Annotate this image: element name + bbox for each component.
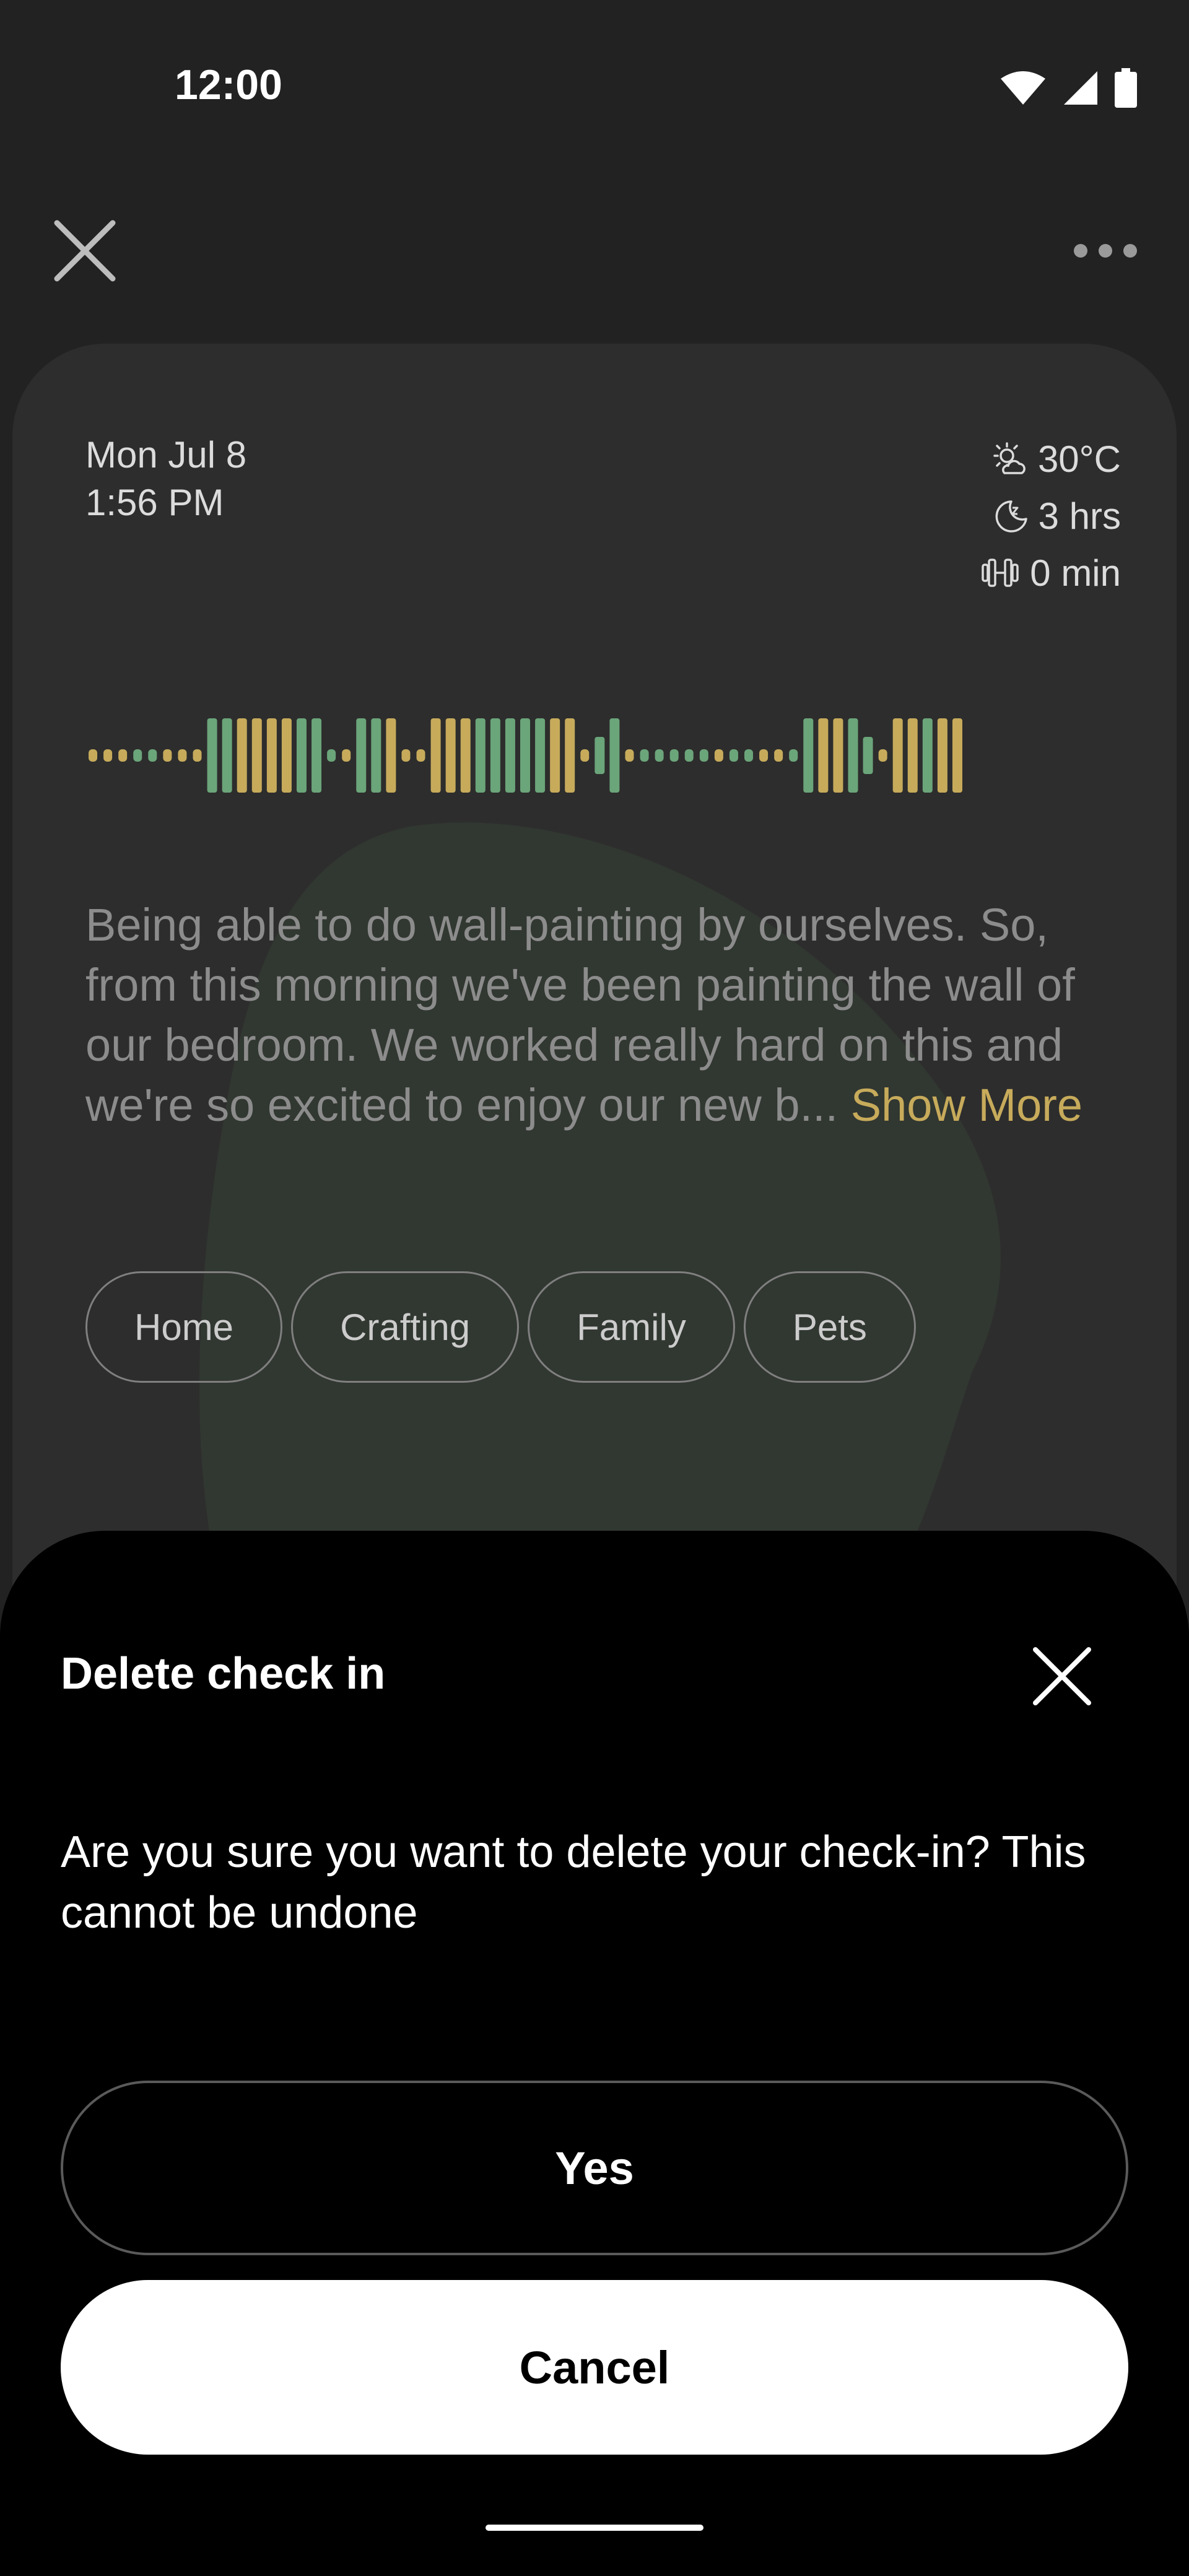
status-icons <box>1000 68 1137 108</box>
waveform-bar <box>178 749 186 762</box>
waveform-bar <box>640 749 649 762</box>
entry-text: Being able to do wall-painting by oursel… <box>85 895 1113 1135</box>
exercise-value: 0 min <box>1030 552 1121 594</box>
waveform-bar <box>133 749 142 762</box>
waveform-bar <box>118 749 127 762</box>
tag-chip[interactable]: Crafting <box>291 1271 519 1383</box>
waveform-bar <box>431 718 441 793</box>
dialog-message: Are you sure you want to delete your che… <box>61 1822 1113 1943</box>
waveform-bar <box>267 718 277 793</box>
waveform-bar <box>103 749 112 762</box>
show-more-link[interactable]: Show More <box>851 1079 1082 1131</box>
waveform-bar <box>282 718 292 793</box>
waveform-bar <box>863 737 873 774</box>
waveform-bar <box>848 718 858 793</box>
delete-dialog-sheet: Delete check in Are you sure you want to… <box>0 1531 1189 2576</box>
waveform-bar <box>565 718 575 793</box>
waveform-bar <box>818 718 828 793</box>
weather-row: 30°C <box>873 430 1121 487</box>
waveform-bar <box>193 749 202 762</box>
weather-icon <box>992 441 1028 477</box>
waveform-bar <box>833 718 843 793</box>
waveform-bar <box>297 718 307 793</box>
exercise-row: 0 min <box>873 544 1121 601</box>
waveform-bar <box>535 718 545 793</box>
waveform-bar <box>594 737 604 774</box>
sleep-row: 3 hrs <box>873 487 1121 544</box>
waveform-bar <box>580 749 589 762</box>
dialog-title: Delete check in <box>61 1648 385 1699</box>
waveform-bar <box>356 718 366 793</box>
waveform-bar <box>505 718 515 793</box>
waveform-bar <box>237 718 247 793</box>
yes-button[interactable]: Yes <box>61 2081 1128 2255</box>
waveform-bar <box>759 749 768 762</box>
signal-icon <box>1063 70 1099 106</box>
dialog-close-button[interactable] <box>1028 1642 1096 1710</box>
waveform-bar <box>715 749 723 762</box>
waveform-bar <box>609 718 619 793</box>
waveform-bar <box>163 749 172 762</box>
battery-icon <box>1115 68 1137 108</box>
waveform-bar <box>461 718 471 793</box>
wifi-icon <box>1000 70 1047 106</box>
dumbbell-icon <box>980 555 1020 591</box>
waveform-bar <box>476 718 486 793</box>
waveform-bar <box>327 749 336 762</box>
waveform-bar <box>893 718 903 793</box>
top-bar <box>0 198 1189 297</box>
waveform-bar <box>789 749 798 762</box>
entry-meta: 30°C 3 hrs 0 min <box>873 430 1121 601</box>
waveform-bar <box>685 749 694 762</box>
more-horizontal-icon <box>1065 229 1146 272</box>
tag-chip[interactable]: Pets <box>744 1271 916 1383</box>
close-button[interactable] <box>51 217 119 285</box>
waveform-bar <box>148 749 157 762</box>
waveform-bar <box>938 718 947 793</box>
waveform-bar <box>386 718 396 793</box>
more-options-button[interactable] <box>1065 229 1146 272</box>
waveform-bar <box>490 718 500 793</box>
status-bar: 12:00 <box>0 0 1189 173</box>
waveform-bar <box>879 749 887 762</box>
cancel-button[interactable]: Cancel <box>61 2280 1128 2455</box>
waveform-bar <box>252 718 262 793</box>
home-indicator[interactable] <box>486 2525 703 2531</box>
waveform-bar <box>222 718 232 793</box>
close-icon <box>1028 1642 1096 1710</box>
tag-list: Home Crafting Family Pets <box>85 1271 916 1383</box>
waveform-bar <box>342 749 351 762</box>
waveform-bar <box>730 749 738 762</box>
moon-sleep-icon <box>993 498 1029 534</box>
waveform-bar <box>803 718 813 793</box>
audio-waveform[interactable] <box>85 715 965 796</box>
waveform-bar <box>520 718 530 793</box>
waveform-bar <box>625 749 634 762</box>
waveform-bar <box>371 718 381 793</box>
waveform-bar <box>923 718 933 793</box>
entry-date: Mon Jul 8 <box>85 433 246 476</box>
waveform-bar <box>744 749 753 762</box>
tag-chip[interactable]: Home <box>85 1271 282 1383</box>
tag-chip[interactable]: Family <box>528 1271 735 1383</box>
waveform-bar <box>700 749 708 762</box>
sleep-value: 3 hrs <box>1039 495 1121 537</box>
waveform-bar <box>89 749 97 762</box>
waveform-bar <box>207 718 217 793</box>
waveform-bar <box>655 749 664 762</box>
waveform-bar <box>550 718 560 793</box>
weather-value: 30°C <box>1038 438 1121 481</box>
waveform-bar <box>670 749 679 762</box>
waveform-bar <box>417 749 425 762</box>
waveform-bar <box>952 718 962 793</box>
waveform-bar <box>774 749 783 762</box>
waveform-bar <box>446 718 456 793</box>
waveform-bar <box>401 749 410 762</box>
status-time: 12:00 <box>175 61 282 109</box>
waveform-bar <box>908 718 918 793</box>
entry-time: 1:56 PM <box>85 481 224 524</box>
waveform-bar <box>311 718 321 793</box>
close-icon <box>51 217 119 285</box>
